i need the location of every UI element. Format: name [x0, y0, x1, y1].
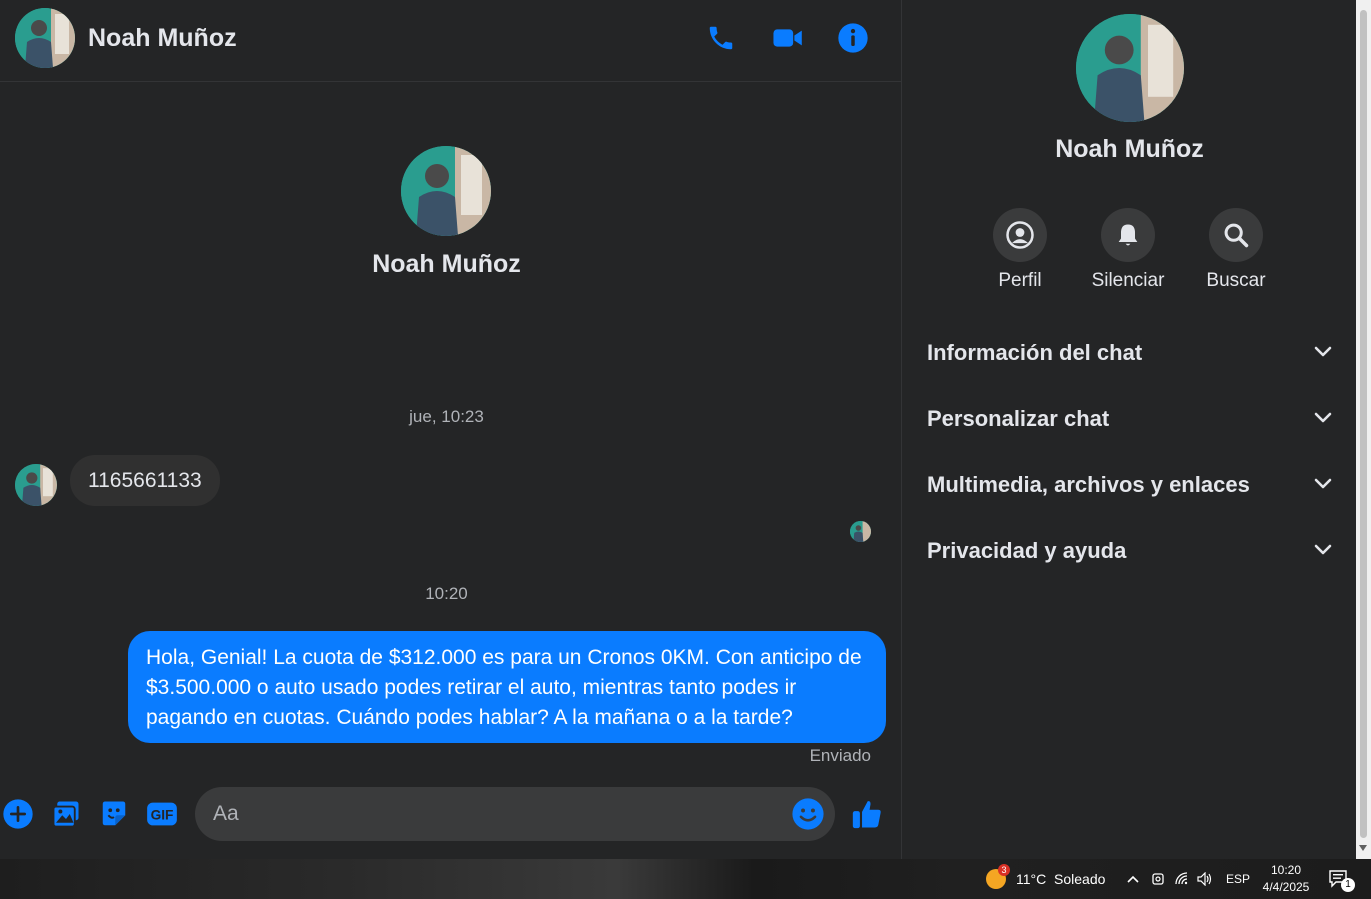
thumbs-up-icon: [852, 801, 881, 829]
bell-icon: [1118, 224, 1138, 246]
clock-date: 4/4/2025: [1262, 880, 1310, 894]
chevron-up-icon: [1127, 875, 1139, 883]
sticker-icon: [102, 801, 126, 826]
like-button[interactable]: [850, 797, 884, 831]
search-icon: [1224, 223, 1249, 248]
section-chat-info[interactable]: Información del chat: [912, 323, 1342, 383]
message-input-container: [195, 787, 835, 841]
notifications-button[interactable]: 1: [1328, 859, 1355, 899]
volume-button[interactable]: [1197, 859, 1213, 899]
system-clock[interactable]: 10:20 4/4/2025: [1258, 862, 1314, 896]
section-customize-chat-title: Personalizar chat: [927, 406, 1110, 431]
camera-outline-icon: [1152, 873, 1164, 885]
wifi-icon: [1175, 872, 1188, 885]
more-actions-button[interactable]: [1, 797, 35, 831]
info-icon: [838, 23, 868, 53]
section-media-files-links[interactable]: Multimedia, archivos y enlaces: [912, 455, 1342, 515]
gif-icon: GIF: [147, 802, 177, 826]
window-scrollbar[interactable]: [1356, 0, 1371, 859]
profile-icon: [1006, 221, 1034, 249]
incoming-sender-avatar[interactable]: [15, 464, 57, 506]
show-hidden-icons-button[interactable]: [1126, 859, 1140, 899]
outgoing-message-bubble[interactable]: Hola, Genial! La cuota de $312.000 es pa…: [128, 631, 886, 743]
message-input[interactable]: [213, 787, 783, 841]
profile-action-label: Perfil: [998, 270, 1042, 291]
section-privacy-help-title: Privacidad y ayuda: [927, 538, 1127, 563]
notification-count-badge: 1: [1341, 878, 1355, 892]
search-action-button[interactable]: Buscar: [1191, 208, 1281, 292]
scrollbar-thumb[interactable]: [1360, 10, 1367, 838]
search-action-label: Buscar: [1206, 270, 1266, 291]
mute-action-label: Silenciar: [1091, 270, 1165, 291]
intro-avatar[interactable]: [401, 146, 491, 236]
speaker-icon: [1197, 872, 1212, 886]
mute-action-button[interactable]: Silenciar: [1083, 208, 1173, 292]
sun-icon: 3: [986, 864, 1010, 889]
chat-column: Noah Muñoz Noah Muñoz jue, 10:23 1165661…: [0, 0, 901, 859]
plus-circle-icon: [3, 799, 33, 829]
weather-widget[interactable]: 3 11°C Soleado: [986, 859, 1105, 899]
voice-call-button[interactable]: [703, 20, 739, 56]
network-button[interactable]: [1175, 859, 1191, 899]
photo-gallery-icon: [52, 801, 79, 828]
weather-alert-badge: 3: [998, 864, 1010, 876]
message-timestamp: jue, 10:23: [409, 407, 484, 426]
read-receipt-avatar: [850, 521, 871, 542]
contact-name-header[interactable]: Noah Muñoz: [88, 24, 237, 53]
section-media-files-links-title: Multimedia, archivos y enlaces: [927, 472, 1250, 497]
intro-contact-name: Noah Muñoz: [372, 250, 521, 278]
contact-avatar[interactable]: [15, 8, 75, 68]
message-timestamp: 10:20: [425, 584, 468, 603]
weather-text: 11°C Soleado: [1016, 871, 1106, 887]
section-chat-info-title: Información del chat: [927, 340, 1143, 365]
svg-text:GIF: GIF: [151, 808, 174, 823]
video-camera-icon: [773, 29, 802, 47]
video-call-button[interactable]: [769, 20, 805, 56]
section-customize-chat[interactable]: Personalizar chat: [912, 389, 1342, 449]
message-sent-status: Enviado: [809, 746, 871, 765]
panel-contact-avatar[interactable]: [1076, 14, 1184, 122]
chat-header: Noah Muñoz: [0, 0, 901, 82]
meet-now-button[interactable]: [1151, 859, 1165, 899]
emoji-button[interactable]: [791, 797, 825, 831]
profile-action-button[interactable]: Perfil: [975, 208, 1065, 292]
emoji-icon: [792, 798, 824, 830]
chevron-down-icon: [1314, 478, 1332, 489]
attach-media-button[interactable]: [49, 797, 83, 831]
sticker-button[interactable]: [97, 797, 131, 831]
clock-time: 10:20: [1270, 863, 1302, 877]
gif-button[interactable]: GIF: [145, 797, 179, 831]
chevron-down-icon: [1314, 544, 1332, 555]
incoming-message-bubble[interactable]: 1165661133: [70, 455, 220, 506]
section-privacy-help[interactable]: Privacidad y ayuda: [912, 521, 1342, 581]
panel-contact-name: Noah Muñoz: [1055, 135, 1204, 163]
conversation-details-panel: Noah Muñoz Perfil Silenciar Buscar Infor…: [901, 0, 1356, 859]
conversation-info-button[interactable]: [835, 20, 871, 56]
windows-taskbar: 3 11°C Soleado ESP 10:20 4/4/2025 1: [0, 859, 1371, 899]
chevron-down-icon: [1314, 412, 1332, 423]
input-language-indicator[interactable]: ESP: [1226, 859, 1250, 899]
chevron-down-icon: [1314, 346, 1332, 357]
phone-icon: [709, 26, 733, 50]
message-composer: GIF: [0, 787, 901, 841]
scroll-down-arrow-icon[interactable]: [1359, 845, 1367, 851]
messenger-app: Noah Muñoz Noah Muñoz jue, 10:23 1165661…: [0, 0, 1371, 859]
